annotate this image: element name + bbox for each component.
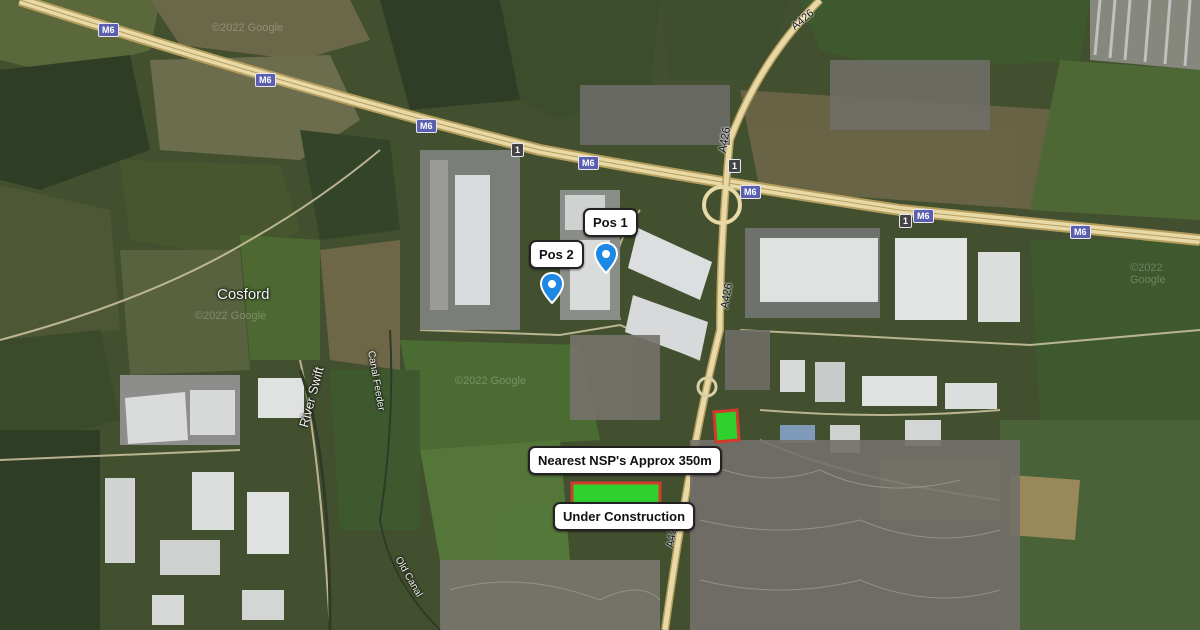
map-watermark: ©2022 Google	[195, 310, 267, 322]
m6-shield: M6	[1070, 225, 1091, 239]
m6-shield: M6	[740, 185, 761, 199]
map-watermark: ©2022 Google	[455, 375, 527, 387]
m6-shield: M6	[416, 119, 437, 133]
pos2-pin-icon[interactable]	[540, 272, 564, 304]
pos2-label: Pos 2	[529, 240, 584, 269]
under-construction-label: Under Construction	[553, 502, 696, 531]
junction-shield: 1	[511, 143, 525, 157]
m6-shield: M6	[913, 209, 934, 223]
map-watermark: ©2022 Google	[1130, 262, 1166, 286]
map-watermark: ©2022 Google	[212, 22, 284, 34]
m6-shield: M6	[98, 23, 119, 37]
pos1-label: Pos 1	[583, 208, 638, 237]
place-label-cosford: Cosford	[217, 286, 270, 303]
pos1-pin-icon[interactable]	[594, 242, 618, 274]
m6-shield: M6	[578, 156, 599, 170]
nearest-nsp-label: Nearest NSP's Approx 350m	[528, 446, 722, 475]
junction-shield: 1	[728, 159, 742, 173]
nsp-site	[712, 408, 741, 444]
satellite-map[interactable]	[0, 0, 1200, 630]
junction-shield: 1	[899, 214, 913, 228]
m6-shield: M6	[255, 73, 276, 87]
